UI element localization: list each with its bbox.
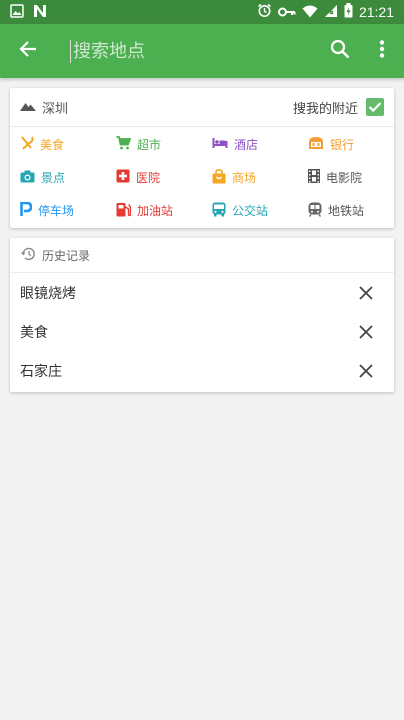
- history-item-text: 眼镜烧烤: [20, 285, 76, 302]
- category-grid: 美食 超市 酒店 银行 景点 医院 商场 电影院 停车场 加油站 公交站 地铁站: [10, 127, 394, 227]
- category-parking[interactable]: 停车场: [10, 194, 106, 227]
- key-icon: [277, 3, 296, 22]
- camera-icon: [20, 170, 35, 186]
- category-label: 加油站: [137, 204, 174, 218]
- close-icon: [359, 324, 373, 339]
- hospital-icon: [116, 169, 130, 186]
- search-button[interactable]: [320, 24, 360, 78]
- history-item-text: 石家庄: [20, 363, 62, 380]
- history-item-text: 美食: [20, 324, 48, 341]
- app-toolbar: [0, 24, 404, 78]
- film-icon: [308, 169, 320, 186]
- close-icon: [359, 285, 373, 300]
- category-label: 酒店: [234, 138, 259, 152]
- category-label: 银行: [330, 138, 355, 152]
- category-supermarket[interactable]: 超市: [106, 128, 202, 161]
- category-card: 深圳 搜我的附近 美食 超市 酒店 银行 景点 医院 商场 电影院 停车场 加油…: [10, 88, 394, 228]
- bed-icon: [212, 137, 228, 152]
- signal-icon: [324, 3, 338, 22]
- cart-icon: [116, 136, 132, 153]
- history-item[interactable]: 美食: [10, 312, 394, 351]
- bank-icon: [308, 136, 324, 153]
- back-arrow-icon: [19, 40, 37, 62]
- category-label: 医院: [136, 171, 161, 185]
- parking-icon: [20, 201, 33, 219]
- gas-station-icon: [116, 202, 132, 220]
- n-icon: [32, 3, 48, 22]
- wifi-icon: [302, 3, 318, 22]
- category-gas-station[interactable]: 加油站: [106, 194, 202, 227]
- category-label: 超市: [137, 138, 162, 152]
- city-selector[interactable]: 深圳: [20, 98, 68, 117]
- battery-icon: [344, 2, 353, 22]
- category-bus-stop[interactable]: 公交站: [202, 194, 298, 227]
- category-subway[interactable]: 地铁站: [298, 194, 394, 227]
- category-label: 地铁站: [328, 204, 365, 218]
- image-icon: [10, 3, 24, 22]
- back-button[interactable]: [0, 24, 56, 78]
- nearby-checkbox[interactable]: [366, 98, 384, 116]
- history-icon: [20, 247, 36, 264]
- category-label: 景点: [41, 171, 66, 185]
- category-hotel[interactable]: 酒店: [202, 128, 298, 161]
- more-options-button[interactable]: [360, 24, 404, 78]
- alarm-icon: [257, 3, 272, 22]
- category-cinema[interactable]: 电影院: [298, 161, 394, 194]
- category-bank[interactable]: 银行: [298, 128, 394, 161]
- bus-icon: [212, 202, 226, 220]
- clock-time: 21:21: [358, 4, 394, 20]
- history-card: 历史记录 眼镜烧烤 美食 石家庄: [10, 238, 394, 392]
- history-item[interactable]: 眼镜烧烤: [10, 273, 394, 312]
- status-bar: 21:21: [0, 0, 404, 24]
- delete-button[interactable]: [356, 283, 376, 303]
- category-mall[interactable]: 商场: [202, 161, 298, 194]
- search-input[interactable]: [70, 39, 275, 63]
- category-label: 美食: [40, 138, 65, 152]
- nearby-label: 搜我的附近: [292, 101, 358, 117]
- category-label: 电影院: [326, 171, 363, 185]
- city-name: 深圳: [42, 101, 69, 117]
- category-label: 停车场: [38, 204, 75, 218]
- shopping-bag-icon: [212, 168, 226, 187]
- history-item[interactable]: 石家庄: [10, 351, 394, 390]
- subway-icon: [308, 202, 322, 220]
- nearby-toggle[interactable]: 搜我的附近: [293, 98, 384, 117]
- category-label: 商场: [232, 171, 257, 185]
- check-icon: [368, 102, 382, 113]
- category-food[interactable]: 美食: [10, 128, 106, 161]
- delete-button[interactable]: [356, 322, 376, 342]
- history-title: 历史记录: [42, 248, 91, 263]
- category-label: 公交站: [232, 204, 269, 218]
- category-scenic[interactable]: 景点: [10, 161, 106, 194]
- search-icon: [330, 39, 350, 63]
- delete-button[interactable]: [356, 361, 376, 381]
- fork-knife-icon: [20, 136, 34, 153]
- close-icon: [359, 363, 373, 378]
- category-hospital[interactable]: 医院: [106, 161, 202, 194]
- mountain-icon: [20, 100, 36, 115]
- more-vert-icon: [379, 40, 385, 62]
